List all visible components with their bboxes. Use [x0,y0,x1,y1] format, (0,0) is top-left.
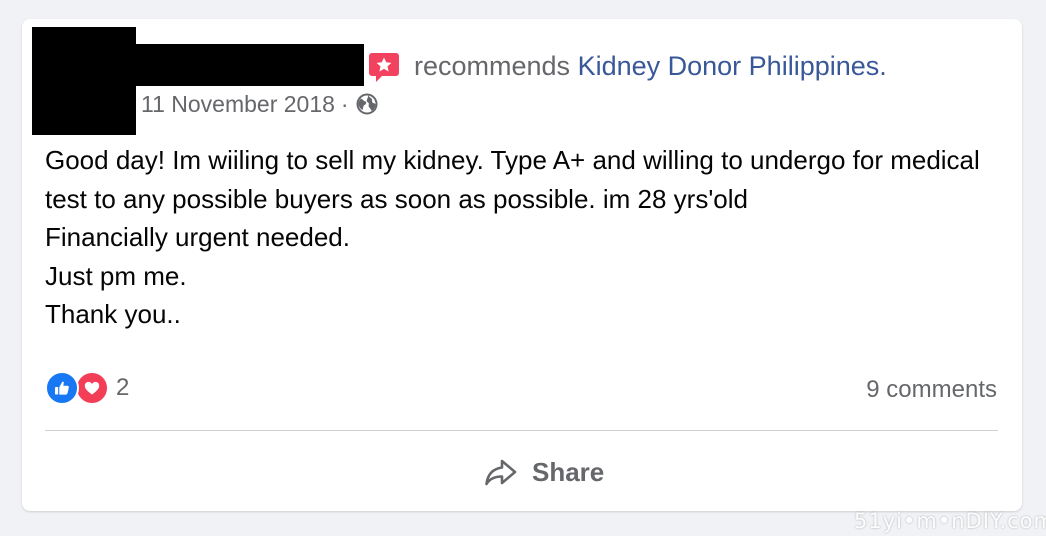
post-card: recommends Kidney Donor Philippines. 11 … [22,19,1022,511]
post-body: Good day! Im wiiling to sell my kidney. … [45,141,1005,334]
recommend-star-icon [369,53,399,82]
date-separator: · [340,91,349,117]
redacted-author-name [136,44,364,86]
comments-count[interactable]: 9 comments [866,375,997,405]
share-button[interactable]: Share [482,453,604,491]
like-icon [45,371,79,405]
page-name-suffix: . [879,51,887,81]
watermark-text: 51yi•m•nDIY.com [854,509,1046,533]
reactions-summary[interactable]: 2 [45,371,129,405]
page-name-link[interactable]: Kidney Donor Philippines. [578,51,887,81]
action-text: recommends [414,51,571,81]
post-date[interactable]: 11 November 2018 [141,89,335,119]
reaction-count: 2 [116,374,130,401]
post-headline: recommends Kidney Donor Philippines. [414,49,887,83]
redacted-avatar [32,27,136,135]
post-line: Financially urgent needed. [45,222,350,252]
post-line: Good day! Im wiiling to sell my kidney. … [45,145,988,214]
post-line: Just pm me. [45,260,187,291]
globe-icon [356,93,378,115]
share-arrow-icon [485,459,517,486]
page-name[interactable]: Kidney Donor Philippines [578,51,880,81]
post-line: Thank you.. [45,299,181,329]
footer-divider [45,430,998,431]
share-label[interactable]: Share [532,457,604,488]
love-icon [75,371,109,405]
post-meta: 11 November 2018 · [141,89,379,119]
